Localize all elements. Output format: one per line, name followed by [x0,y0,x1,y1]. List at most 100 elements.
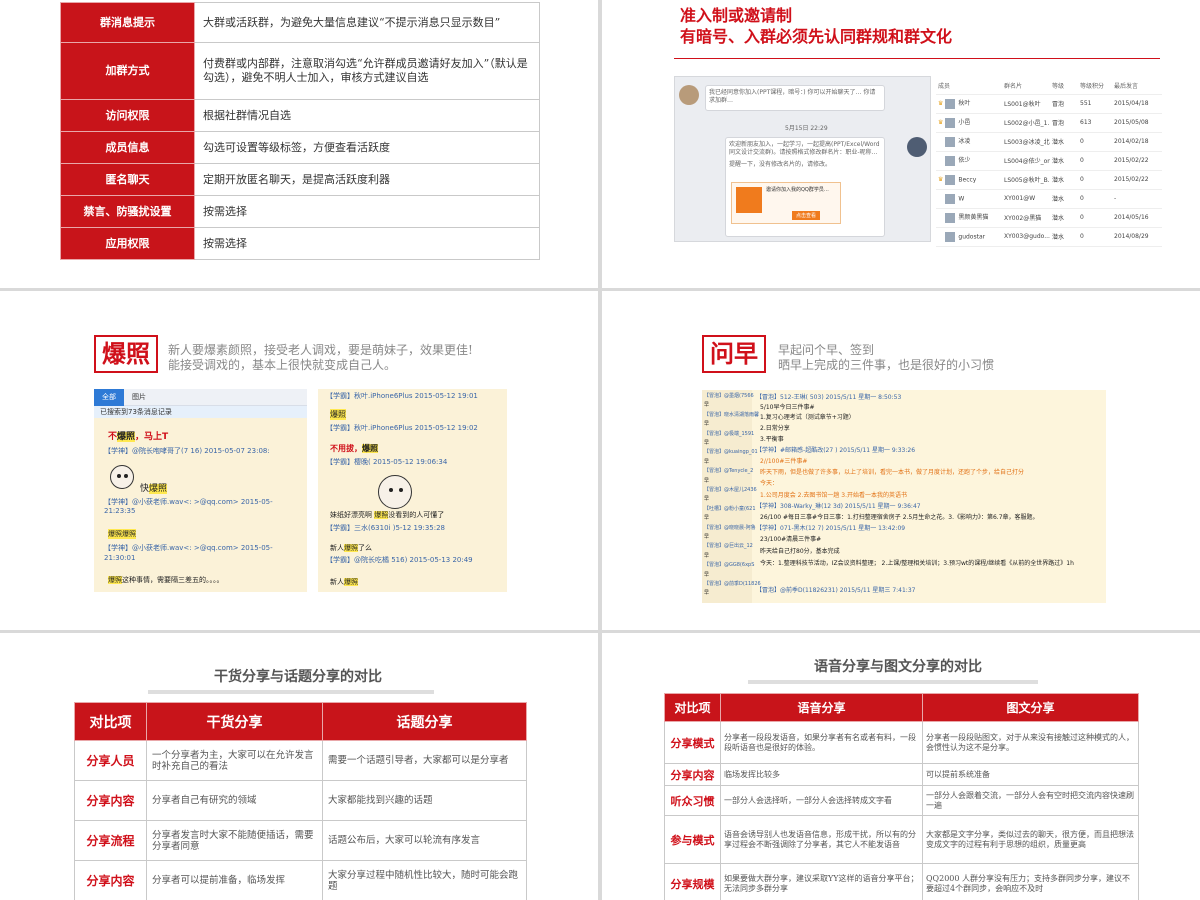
sender-label: 早 [704,515,710,522]
chat-line: 新人爆照了么 [330,544,372,552]
table-row: 参与模式 语音会诱导别人也发语音信息，形成干扰，所以有的分享过程会不断强调除了分享… [664,815,1139,864]
column-header: 等级积分 [1078,78,1112,95]
table-row: ♛冰凌LS003@冰凌_北...潜水02014/02/18 [936,132,1162,152]
member-level: 潜水 [1050,151,1078,171]
table-row: ♛黑颜黄黑猫XY002@黑猫潜水02014/05/16 [936,208,1162,228]
member-points: 613 [1078,113,1112,133]
member-level: 潜水 [1050,227,1078,247]
member-card: XY002@黑猫 [1002,208,1050,228]
column-header: 对比项 [664,693,721,722]
tab-images: 图片 [132,393,146,401]
member-name: 小邑 [958,119,971,127]
section-tag: 问早 [702,335,766,373]
sender-label: 【冒泡】@GG8(6xpS [704,562,755,569]
group-settings-table: 群消息提示 大群或活跃群，为避免大量信息建议“不提示消息只显示数目” 加群方式 付费… [60,2,540,260]
member-card: LS004@依少_on [1002,151,1050,171]
setting-key: 群消息提示 [60,2,195,43]
cell: 可以提前系统准备 [922,763,1139,786]
checkin-chat-screenshot: 【冒泡】@墨烟(7566 早【冒泡】晓水清湖落雨馨早【冒泡】@极端_1591 早【冒… [702,390,1106,603]
cell: QQ2000 人群分享没有压力；支持多群同步分享，建议不要超过4个群同步，会响应… [922,863,1139,900]
chat-line: 不爆照，马上T [108,432,169,442]
member-last-post: 2015/02/22 [1112,170,1162,190]
table-row: ♛ 小邑 LS002@小邑_1... 冒泡 613 2015/05/08 [936,113,1162,133]
cell: 一部分人会跟着交流，一部分人会有空时把交流内容快速刷一遍 [922,785,1139,816]
setting-key: 匿名聊天 [60,163,195,196]
description-line: 早起问个早、签到 [778,343,875,357]
avatar [945,117,956,128]
member-level: 潜水 [1050,170,1078,190]
member-level: 潜水 [1050,208,1078,228]
title-underline [148,690,434,694]
chat-line: 【学神】#邮箱感-超酷改(27 ) 2015/5/11 星期一 9:33:26 [756,447,916,454]
avatar [679,85,699,105]
sender-label: 早 [704,458,710,465]
chat-line: 快爆照 [140,484,168,494]
slide-photo-share: 爆照 新人要爆素颜照，接受老人调戏，要是萌妹子，效果更佳! 能接受调戏的，基本上… [0,291,598,630]
sender-label: 早 [704,571,710,578]
sender-label: 【冒泡】@巨出云_12 [704,543,753,550]
chat-line: 爆照爆照 [108,529,136,539]
chat-line: 【学神】@小获老师.wav<: >@qq.com> 2015-05- [104,544,273,552]
chat-line: 【学霸】三水(6310i )5-12 19:35:28 [326,524,445,532]
sender-label: 【冒泡】@kuaingp_01 [704,449,758,456]
row-key: 分享规模 [664,863,721,900]
chat-line: 不用拔，爆照 [330,444,378,453]
member-points: 0 [1078,170,1112,190]
cell: 语音会诱导别人也发语音信息，形成干扰，所以有的分享过程会不断强调除了分享者，其它… [720,815,923,864]
member-last-post: 2015/05/08 [1112,113,1162,133]
row-key: 听众习惯 [664,785,721,816]
setting-key: 成员信息 [60,131,195,164]
table-row: 分享内容 临场发挥比较多 可以提前系统准备 [664,763,1139,786]
member-card: LS005@秋叶_B... [1002,170,1050,190]
table-header-row: 成员 群名片 等级 等级积分 最后发言 [936,78,1162,95]
group-invite-card: 邀请你加入我的QQ群学员… 点击查看 [731,182,841,224]
row-key: 分享人员 [74,740,147,781]
chat-line: 1.复习心理考试（测试章节+习题） [760,414,855,421]
chat-line: 【学神】@小获老师.wav<: >@qq.com> 2015-05- [104,498,273,506]
setting-key: 禁言、防骚扰设置 [60,195,195,228]
chat-line: 今天： [760,480,779,487]
cell: 分享者发言时大家不能随便插话，需要分享者同意 [146,820,323,861]
cell: 需要一个话题引导者，大家都可以是分享者 [322,740,527,781]
crown-icon: ♛ [938,100,944,108]
chat-left-column: 【冒泡】@墨烟(7566 早【冒泡】晓水清湖落雨馨早【冒泡】@极端_1591 早【冒… [702,390,761,603]
comparison-table: 对比项 语音分享 图文分享 分享模式 分享者一段段发语音，如果分享者有名或者有料，… [664,693,1139,900]
title-underline [748,680,1038,684]
member-name: 依少 [958,157,971,165]
table-row: 分享规模 如果要做大群分享，建议采取YY这样的语音分享平台；无法同步多群分享 QQ2… [664,863,1139,900]
member-last-post: 2014/05/16 [1112,208,1162,228]
chat-line: 21:23:35 [104,507,136,515]
chat-line: 【学神】@院长咆哮哥了(7 16) 2015-05-07 23:08: [104,447,270,455]
column-header: 最后发言 [1112,78,1162,95]
chat-line: 【冒泡】@前季D(11826231) 2015/5/11 星期三 7:41:37 [756,587,916,594]
table-row: ♛ Beccy LS005@秋叶_B... 潜水 0 2015/02/22 [936,170,1162,190]
column-header: 图文分享 [922,693,1139,722]
sender-label: 【吐槽】@粉小童(621 [704,505,756,512]
chat-line: 今天：1.整理科技节活动，IZ会议资料整理； 2.上课/整理相关培训；3.预习w… [760,560,1074,567]
member-level: 冒泡 [1050,113,1078,133]
chat-line: 3.平衡事 [760,436,784,443]
setting-value: 按需选择 [194,195,540,228]
chat-line: 23/100#清晨三件事# [760,536,822,543]
avatar [907,137,927,157]
sender-label: 早 [704,421,710,428]
sender-label: 早 [704,590,710,597]
member-points: 0 [1078,189,1112,209]
member-name: 黑颜黄黑猫 [958,214,989,222]
table-row: ♛WXY001@W潜水0- [936,189,1162,209]
member-points: 0 [1078,151,1112,171]
table-row: 分享模式 分享者一段段发语音，如果分享者有名或者有料，一段段听语音也是很好的体验。… [664,721,1139,764]
invite-card-title: 邀请你加入我的QQ群学员… [766,187,829,193]
invite-card-button: 点击查看 [792,211,821,220]
description-line: 能接受调戏的，基本上很快就变成自己人。 [168,358,397,372]
section-tag: 爆照 [94,335,158,373]
setting-value: 勾选可设置等级标签，方便查看活跃度 [194,131,540,164]
avatar [945,212,956,223]
chat-history-screenshot: 【学霸】秋叶.iPhone6Plus 2015-05-12 19:01 爆照 【… [318,389,507,592]
chat-line: 【学霸】秋叶.iPhone6Plus 2015-05-12 19:01 [326,392,478,400]
comparison-table: 对比项 干货分享 话题分享 分享人员 一个分享者为主，大家可以在允许发言时补充自己… [74,702,527,900]
slide-title: 语音分享与图文分享的对比 [814,659,982,675]
sender-label: 早 [704,402,710,409]
member-name: 秋叶 [958,100,971,108]
chat-line: 昨天给自己打80分，基本完成 [760,548,840,555]
